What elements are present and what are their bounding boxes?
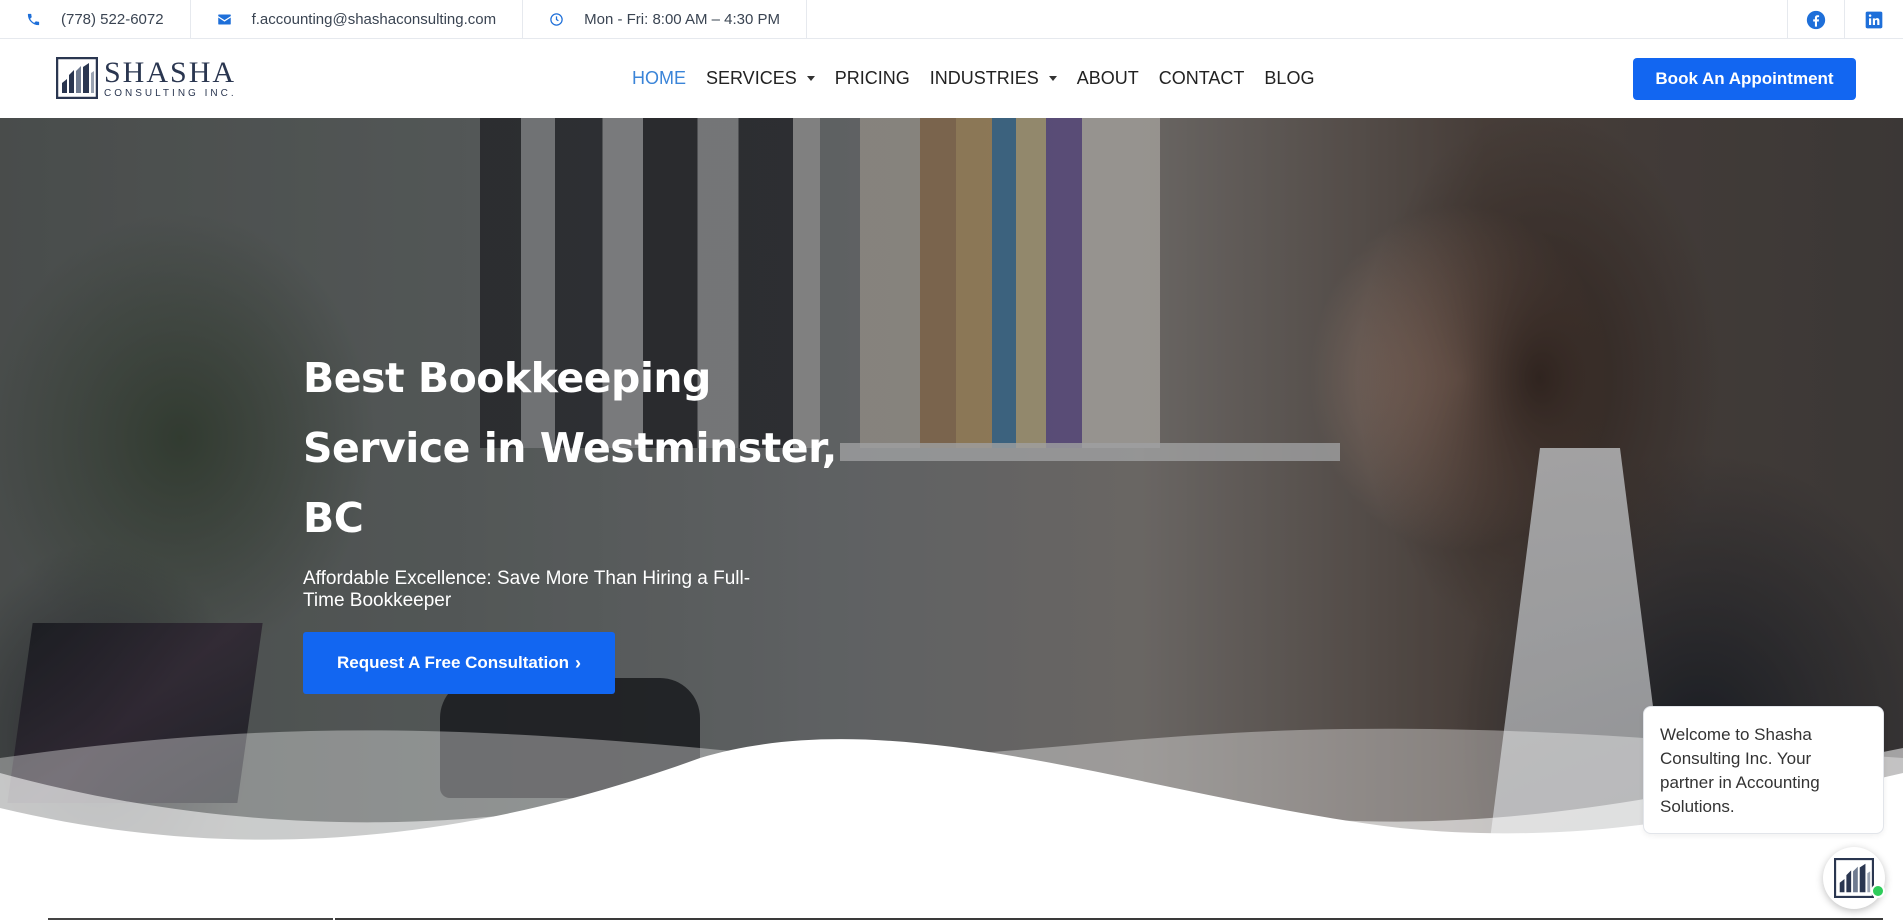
caret-down-icon bbox=[1048, 76, 1057, 81]
email-address: f.accounting@shashaconsulting.com bbox=[251, 10, 497, 28]
online-status-dot bbox=[1871, 884, 1885, 898]
top-bar: (778) 522-6072 f.accounting@shashaconsul… bbox=[0, 0, 1903, 39]
nav-services-label: SERVICES bbox=[706, 68, 797, 88]
logo[interactable]: SHASHA CONSULTING INC. bbox=[56, 57, 237, 99]
wave-divider bbox=[0, 728, 1903, 920]
envelope-icon bbox=[217, 14, 231, 24]
nav-industries-label: INDUSTRIES bbox=[929, 68, 1039, 88]
topbar-email[interactable]: f.accounting@shashaconsulting.com bbox=[191, 0, 524, 39]
topbar-phone[interactable]: (778) 522-6072 bbox=[0, 0, 191, 39]
hero-title: Best Bookkeeping Service in Westminster,… bbox=[303, 354, 837, 542]
hero-subtitle: Affordable Excellence: Save More Than Hi… bbox=[303, 568, 751, 611]
brand-subtitle: CONSULTING INC. bbox=[104, 87, 237, 99]
linkedin-link[interactable] bbox=[1844, 0, 1903, 39]
chat-launcher[interactable] bbox=[1823, 847, 1885, 909]
topbar-hours: Mon - Fri: 8:00 AM – 4:30 PM bbox=[523, 0, 808, 39]
nav-industries[interactable]: INDUSTRIES bbox=[930, 68, 1057, 89]
logo-text: SHASHA CONSULTING INC. bbox=[104, 55, 237, 99]
linkedin-icon bbox=[1865, 11, 1883, 28]
nav-about[interactable]: ABOUT bbox=[1077, 68, 1139, 89]
facebook-link[interactable] bbox=[1787, 0, 1844, 39]
nav-services[interactable]: SERVICES bbox=[706, 68, 815, 89]
nav-pricing[interactable]: PRICING bbox=[835, 68, 910, 89]
nav-home[interactable]: HOME bbox=[632, 68, 686, 89]
main-nav: HOME SERVICES PRICING INDUSTRIES ABOUT C… bbox=[632, 39, 1334, 118]
chevron-right-icon: › bbox=[575, 652, 582, 673]
phone-icon bbox=[27, 13, 40, 25]
request-consultation-button[interactable]: Request A Free Consultation › bbox=[303, 632, 615, 694]
nav-blog[interactable]: BLOG bbox=[1264, 68, 1314, 89]
logo-mark-icon bbox=[56, 57, 98, 99]
brand-name: SHASHA bbox=[104, 55, 237, 89]
nav-contact[interactable]: CONTACT bbox=[1159, 68, 1245, 89]
request-consultation-label: Request A Free Consultation bbox=[336, 653, 570, 672]
site-header: SHASHA CONSULTING INC. HOME SERVICES PRI… bbox=[0, 39, 1903, 118]
caret-down-icon bbox=[806, 76, 815, 81]
phone-number: (778) 522-6072 bbox=[61, 10, 164, 28]
facebook-icon bbox=[1806, 10, 1826, 29]
business-hours: Mon - Fri: 8:00 AM – 4:30 PM bbox=[584, 10, 781, 28]
hero-section: Best Bookkeeping Service in Westminster,… bbox=[0, 118, 1903, 920]
book-appointment-button[interactable]: Book An Appointment bbox=[1633, 58, 1856, 100]
chat-welcome-bubble[interactable]: Welcome to Shasha Consulting Inc. Your p… bbox=[1643, 706, 1884, 834]
chat-logo-icon bbox=[1834, 858, 1874, 898]
clock-icon bbox=[550, 12, 563, 26]
